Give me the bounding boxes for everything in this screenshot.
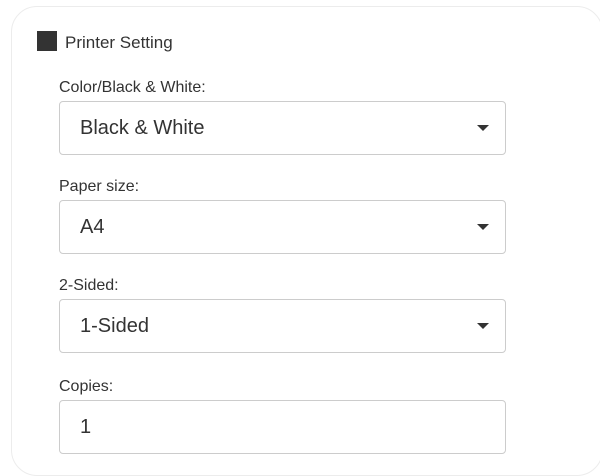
color-mode-select[interactable]: Black & White <box>59 101 506 155</box>
paper-size-value: A4 <box>80 215 105 238</box>
chevron-down-icon <box>477 125 489 131</box>
sided-select[interactable]: 1-Sided <box>59 299 506 353</box>
copies-value: 1 <box>80 415 92 438</box>
paper-size-select[interactable]: A4 <box>59 200 506 254</box>
paper-size-label: Paper size: <box>59 178 140 195</box>
copies-label: Copies: <box>59 378 114 395</box>
sided-value: 1-Sided <box>80 314 149 337</box>
chevron-down-icon <box>477 224 489 230</box>
printer-setting-title: Printer Setting <box>65 33 173 52</box>
printer-setting-header: Printer Setting <box>37 29 173 53</box>
square-icon <box>37 31 57 51</box>
sided-label: 2-Sided: <box>59 277 119 294</box>
chevron-down-icon <box>477 323 489 329</box>
copies-input[interactable]: 1 <box>59 400 506 454</box>
color-mode-label: Color/Black & White: <box>59 79 206 96</box>
color-mode-value: Black & White <box>80 116 205 139</box>
